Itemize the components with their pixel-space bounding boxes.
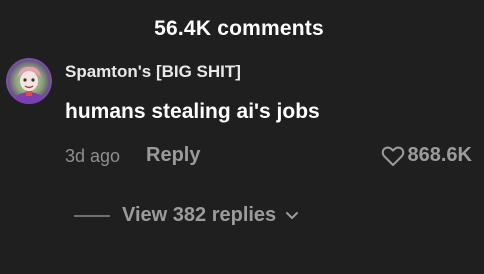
heart-outline-icon xyxy=(381,146,404,166)
like-count: 868.6K xyxy=(407,144,473,166)
comment-timestamp: 3d ago xyxy=(65,146,121,166)
like-button[interactable]: 868.6K xyxy=(381,144,473,167)
reply-button[interactable]: Reply xyxy=(146,144,200,167)
chevron-down-icon xyxy=(286,212,299,219)
comments-count-title: 56.4K comments xyxy=(154,17,324,40)
comment-text: humans stealing ai's jobs xyxy=(65,100,320,123)
view-replies-label: View 382 replies xyxy=(122,204,277,226)
divider-line xyxy=(74,214,110,217)
avatar[interactable] xyxy=(6,58,52,104)
avatar-image xyxy=(6,58,52,104)
view-replies-button[interactable]: View 382 replies xyxy=(74,204,299,227)
comment-username[interactable]: Spamton's [BIG SHIT] xyxy=(65,62,241,82)
